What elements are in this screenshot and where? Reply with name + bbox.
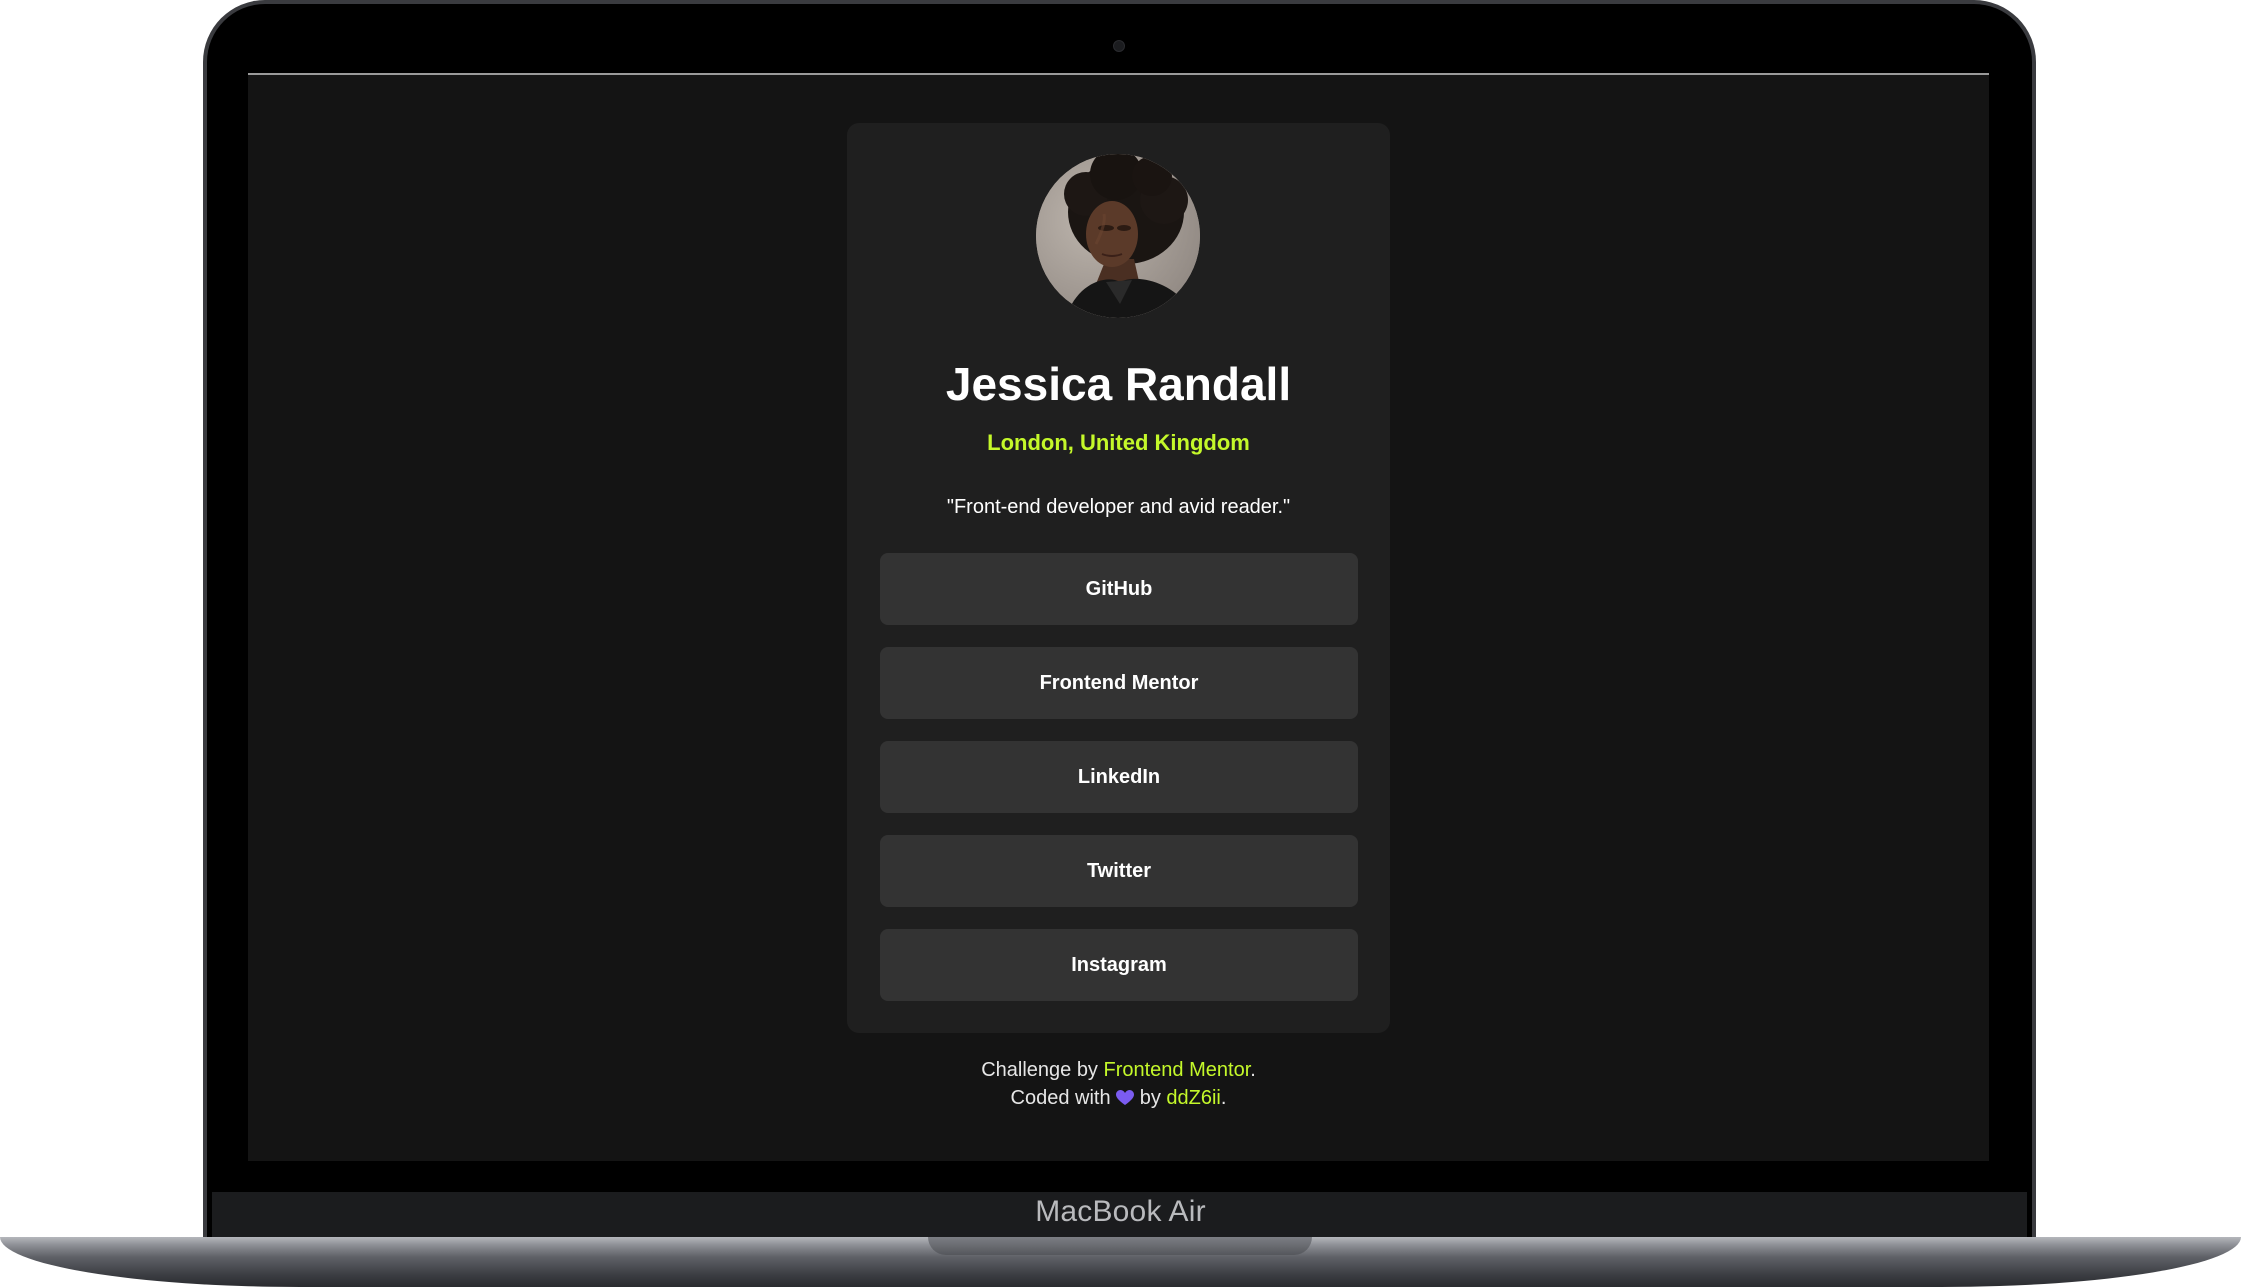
social-links: GitHub Frontend Mentor LinkedIn Twitter … xyxy=(880,553,1358,1023)
camera-icon xyxy=(1113,40,1125,52)
attribution-line-challenge: Challenge by Frontend Mentor. xyxy=(248,1056,1989,1084)
attribution-text: Coded with xyxy=(1010,1087,1117,1109)
attribution-text: . xyxy=(1220,1087,1227,1109)
attribution-text: by xyxy=(1134,1087,1167,1109)
link-github-button[interactable]: GitHub xyxy=(880,553,1358,625)
link-instagram-button[interactable]: Instagram xyxy=(880,929,1358,1001)
avatar-photo xyxy=(1036,154,1200,318)
attribution-footer: Challenge by Frontend Mentor. Coded with… xyxy=(248,1056,1989,1114)
link-frontend-mentor-button[interactable]: Frontend Mentor xyxy=(880,647,1358,719)
attribution-text: Challenge by xyxy=(981,1059,1104,1081)
profile-card: Jessica Randall London, United Kingdom "… xyxy=(847,123,1390,1033)
laptop-hinge-notch xyxy=(928,1237,1312,1255)
device-label: MacBook Air xyxy=(1035,1195,1206,1228)
attribution-text: . xyxy=(1250,1059,1256,1081)
profile-bio: "Front-end developer and avid reader." xyxy=(946,496,1291,518)
author-link[interactable]: ddZ6ii xyxy=(1166,1087,1220,1109)
frontend-mentor-link[interactable]: Frontend Mentor xyxy=(1104,1059,1251,1081)
link-twitter-button[interactable]: Twitter xyxy=(880,835,1358,907)
avatar xyxy=(1036,154,1200,318)
profile-location: London, United Kingdom xyxy=(987,430,1250,455)
browser-viewport: Jessica Randall London, United Kingdom "… xyxy=(248,75,1989,1161)
heart-icon xyxy=(1116,1086,1135,1114)
attribution-line-author: Coded with by ddZ6ii. xyxy=(248,1084,1989,1114)
profile-name: Jessica Randall xyxy=(945,358,1292,410)
link-linkedin-button[interactable]: LinkedIn xyxy=(880,741,1358,813)
